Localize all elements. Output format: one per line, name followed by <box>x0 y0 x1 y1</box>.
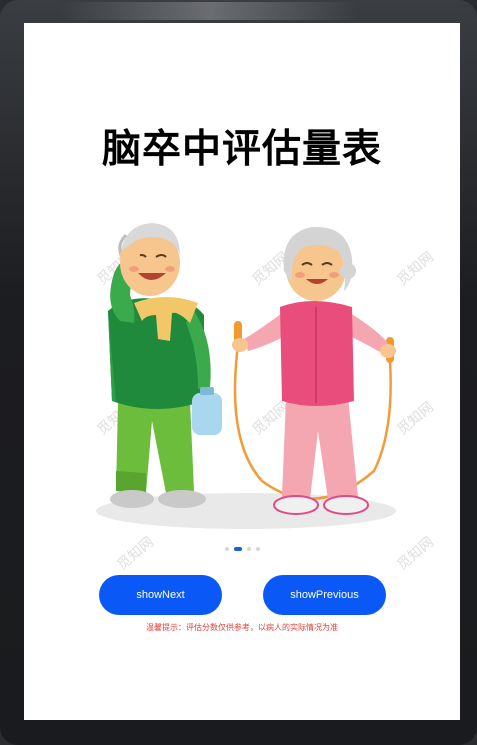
show-next-button[interactable]: showNext <box>99 575 222 615</box>
page-title: 脑卒中评估量表 <box>101 127 382 172</box>
page-dot[interactable] <box>246 547 251 551</box>
watermark-text: 觅知网 <box>114 534 157 574</box>
show-previous-button[interactable]: showPrevious <box>263 575 386 615</box>
watermark-text: 觅知网 <box>394 534 437 574</box>
page-dot[interactable] <box>224 547 229 551</box>
screen: 脑卒中评估量表 觅知网 觅知网 觅知网 觅知网 觅知网 觅知网 觅知网 觅知网 <box>24 23 460 720</box>
page-dot-active[interactable] <box>233 547 242 551</box>
tablet-frame: 脑卒中评估量表 觅知网 觅知网 觅知网 觅知网 觅知网 觅知网 觅知网 觅知网 <box>0 0 477 745</box>
bezel-highlight <box>60 2 360 20</box>
page-dot[interactable] <box>255 547 260 551</box>
disclaimer-tip: 温馨提示：评估分数仅供参考，以病人的实际情况为准 <box>146 623 338 632</box>
elderly-couple-illustration <box>96 223 396 529</box>
page-indicator[interactable] <box>24 547 460 551</box>
